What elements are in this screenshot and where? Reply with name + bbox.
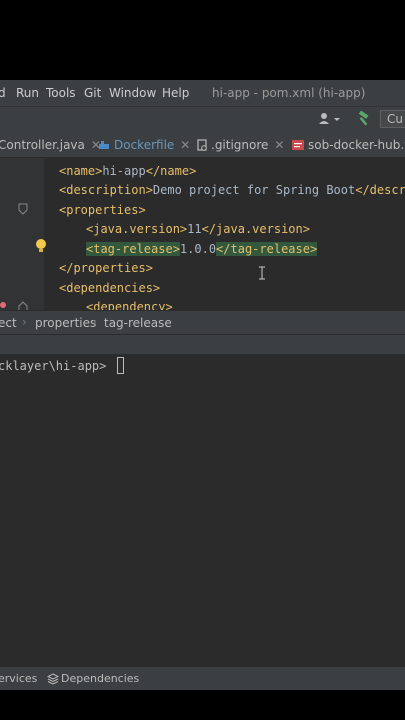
menu-item-build[interactable]: d [0,86,6,100]
tab-sob-docker-hub-yaml[interactable]: sob-docker-hub.ya [291,138,405,152]
hammer-icon[interactable] [356,111,372,127]
menu-item-tools[interactable]: Tools [46,86,76,100]
code-line: <java.version>11</java.version> [86,222,310,236]
close-icon[interactable]: ✕ [274,138,284,152]
docker-file-icon [99,141,109,149]
fold-marker-icon[interactable] [18,301,28,310]
tab-controller-java[interactable]: Controller.java ✕ [0,138,101,152]
lightbulb-icon[interactable] [35,238,47,254]
text-cursor-icon [259,266,265,280]
tool-window-services[interactable]: ervices [0,672,37,685]
tab-dockerfile[interactable]: Dockerfile ✕ [98,138,190,152]
yaml-file-icon [292,140,304,150]
code-editor[interactable]: <name>hi-app</name> <description>Demo pr… [0,158,405,310]
editor-tab-bar: Controller.java ✕ Dockerfile ✕ .gitignore ✕… [0,133,405,158]
run-configuration-label: Cu [387,112,403,126]
code-line: <description>Demo project for Spring Boo… [59,183,405,197]
terminal-cursor [117,357,124,374]
menu-item-git[interactable]: Git [84,86,101,100]
breadcrumb: ect › properties › tag-release [0,310,405,335]
tab-label: Dockerfile [114,138,175,152]
gutter-marker-icon[interactable] [0,300,10,310]
close-icon[interactable]: ✕ [180,138,190,152]
breadcrumb-item-tag-release[interactable]: tag-release [104,316,172,330]
editor-gutter [0,158,44,310]
tab-label: sob-docker-hub.ya [308,138,405,152]
gitignore-file-icon [197,139,207,151]
run-configuration-selector[interactable]: Cu [380,110,405,128]
tool-window-bar: ervices Dependencies [0,666,405,691]
tab-gitignore[interactable]: .gitignore ✕ [196,138,284,152]
code-line: <name>hi-app</name> [59,164,197,178]
dependencies-icon [47,673,59,685]
fold-marker-icon[interactable] [18,203,28,215]
tab-label: Controller.java [0,138,85,152]
code-line: <properties> [59,203,146,217]
menu-item-run[interactable]: Run [16,86,39,100]
breadcrumb-separator: › [92,315,97,329]
screen-letterbox-top [0,0,405,80]
user-icon[interactable] [318,112,342,126]
window-title: hi-app - pom.xml (hi-app) [212,86,366,100]
menu-bar: d Run Tools Git Window Help hi-app - pom… [0,80,405,106]
screen-letterbox-bottom [0,690,405,720]
tool-window-dependencies[interactable]: Dependencies [61,672,139,685]
tab-label: .gitignore [211,138,269,152]
breadcrumb-item-properties[interactable]: properties [35,316,96,330]
code-line: <dependency> [86,300,173,310]
breadcrumb-separator: › [22,315,27,329]
terminal-prompt: cklayer\hi-app> [0,359,114,373]
menu-item-help[interactable]: Help [162,86,189,100]
menu-item-window[interactable]: Window [109,86,156,100]
toolbar: Cu [0,106,405,133]
breadcrumb-item-project[interactable]: ect [0,316,17,330]
terminal-tab-strip [0,334,405,355]
code-line: <dependencies> [59,281,161,295]
code-line: </properties> [59,261,153,275]
code-line-current: <tag-release>1.0.0</tag-release> [86,242,318,256]
terminal-panel[interactable]: cklayer\hi-app> [0,354,405,666]
